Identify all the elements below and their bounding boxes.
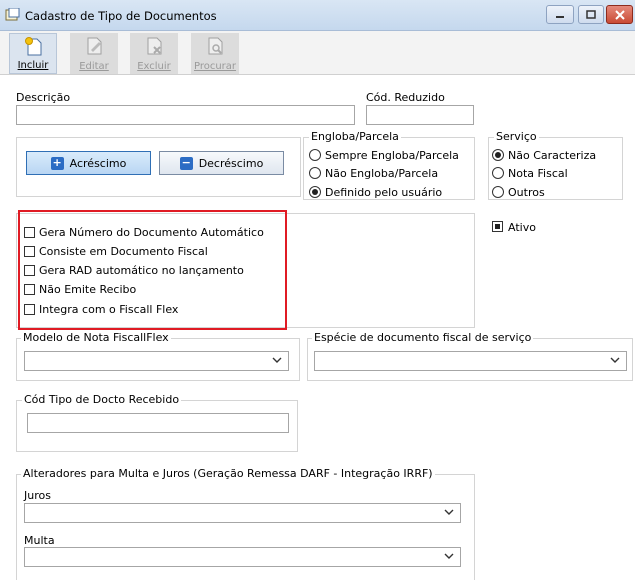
engloba-option-0: Sempre Engloba/Parcela (325, 149, 459, 162)
minus-icon: − (179, 155, 193, 170)
chevron-down-icon (272, 357, 282, 363)
excluir-label: Excluir (137, 61, 171, 72)
excluir-button[interactable]: Excluir (130, 33, 178, 74)
plus-icon: + (50, 155, 64, 170)
servico-option-2: Outros (508, 186, 545, 199)
cod-tipo-label: Cód Tipo de Docto Recebido (22, 393, 182, 406)
close-icon (614, 9, 625, 20)
checkbox-gera-numero[interactable] (24, 227, 35, 238)
checkbox-label-0: Gera Número do Documento Automático (39, 226, 264, 239)
procurar-label: Procurar (193, 61, 237, 72)
acrescimo-button[interactable]: + Acréscimo (26, 151, 151, 175)
engloba-title: Engloba/Parcela (309, 130, 401, 143)
descricao-label: Descrição (16, 91, 71, 104)
cod-reduzido-input[interactable] (366, 105, 474, 125)
delete-document-icon (147, 37, 162, 55)
descricao-input[interactable] (16, 105, 355, 125)
search-document-icon (208, 37, 223, 55)
procurar-button[interactable]: Procurar (191, 33, 239, 74)
engloba-option-2: Definido pelo usuário (325, 186, 443, 199)
multa-select[interactable] (24, 547, 461, 567)
engloba-radio-1[interactable] (309, 167, 321, 179)
editar-button[interactable]: Editar (70, 33, 118, 74)
chevron-down-icon (610, 357, 620, 363)
engloba-option-1: Não Engloba/Parcela (325, 167, 439, 180)
servico-radio-2[interactable] (492, 186, 504, 198)
chevron-down-icon (444, 553, 454, 559)
servico-radio-0[interactable] (492, 149, 504, 161)
checkbox-integra-fiscall[interactable] (24, 304, 35, 315)
servico-title: Serviço (494, 130, 539, 143)
modelo-label: Modelo de Nota FiscallFlex (21, 331, 171, 344)
servico-option-1: Nota Fiscal (508, 167, 568, 180)
acrescimo-label: Acréscimo (69, 156, 127, 170)
especie-label: Espécie de documento fiscal de serviço (312, 331, 534, 344)
checkbox-consiste-fiscal[interactable] (24, 246, 35, 257)
engloba-radio-0[interactable] (309, 149, 321, 161)
checkbox-gera-rad[interactable] (24, 265, 35, 276)
servico-option-0: Não Caracteriza (508, 149, 597, 162)
engloba-radio-2[interactable] (309, 186, 321, 198)
new-document-icon (25, 37, 42, 56)
juros-select[interactable] (24, 503, 461, 523)
juros-label: Juros (24, 489, 51, 502)
checkbox-label-2: Gera RAD automático no lançamento (39, 264, 244, 277)
maximize-icon (586, 9, 596, 19)
multa-label: Multa (24, 534, 55, 547)
chevron-down-icon (444, 509, 454, 515)
servico-radio-1[interactable] (492, 167, 504, 179)
checkbox-label-4: Integra com o Fiscall Flex (39, 303, 179, 316)
minimize-icon (556, 15, 564, 18)
app-icon (5, 7, 20, 21)
edit-document-icon (87, 37, 102, 55)
ativo-checkbox[interactable] (492, 221, 503, 232)
ativo-label: Ativo (508, 221, 536, 234)
maximize-button[interactable] (578, 5, 604, 24)
cod-tipo-input[interactable] (27, 413, 289, 433)
checkbox-label-1: Consiste em Documento Fiscal (39, 245, 208, 258)
modelo-select[interactable] (24, 351, 289, 371)
checkbox-label-3: Não Emite Recibo (39, 283, 137, 296)
close-button[interactable] (606, 5, 633, 24)
decrescimo-label: Decréscimo (198, 156, 264, 170)
cod-reduzido-label: Cód. Reduzido (366, 91, 445, 104)
decrescimo-button[interactable]: − Decréscimo (159, 151, 284, 175)
checkbox-nao-emite-recibo[interactable] (24, 284, 35, 295)
incluir-label: Incluir (17, 60, 49, 71)
editar-label: Editar (79, 61, 109, 72)
especie-select[interactable] (314, 351, 627, 371)
incluir-button[interactable]: Incluir (9, 33, 57, 74)
window-title: Cadastro de Tipo de Documentos (25, 9, 217, 23)
alteradores-label: Alteradores para Multa e Juros (Geração … (21, 467, 435, 480)
minimize-button[interactable] (546, 5, 574, 24)
